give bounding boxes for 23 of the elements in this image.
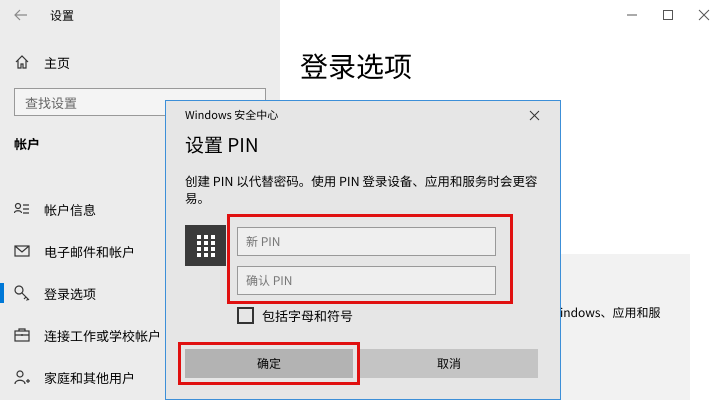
checkbox-label: 包括字母和符号 [262,306,354,324]
confirm-button[interactable]: 确定 [185,349,353,378]
key-icon [14,285,30,301]
cancel-button[interactable]: 取消 [360,349,538,378]
close-icon[interactable] [698,9,710,21]
home-nav-item[interactable]: 主页 [0,44,280,80]
dialog-description: 创建 PIN 以代替密码。使用 PIN 登录设备、应用和服务时会更容易。 [185,172,538,206]
dialog-title: 设置 PIN [185,131,260,158]
window-title: 设置 [50,6,74,24]
pin-input-field[interactable]: 确认 PIN [237,266,496,295]
mail-icon [14,243,30,259]
section-heading: 帐户 [14,134,40,155]
briefcase-icon [14,327,30,343]
close-icon[interactable] [529,110,540,120]
maximize-icon[interactable] [662,9,674,21]
back-arrow-icon[interactable] [14,9,28,21]
person-add-icon [14,369,30,385]
home-icon [14,54,30,70]
card-text: indows、应用和服 [560,304,661,321]
keypad-icon [196,234,214,256]
pin-input-field[interactable]: 新 PIN [237,227,496,256]
checkbox[interactable] [237,306,254,324]
page-heading: 登录选项 [299,45,414,88]
